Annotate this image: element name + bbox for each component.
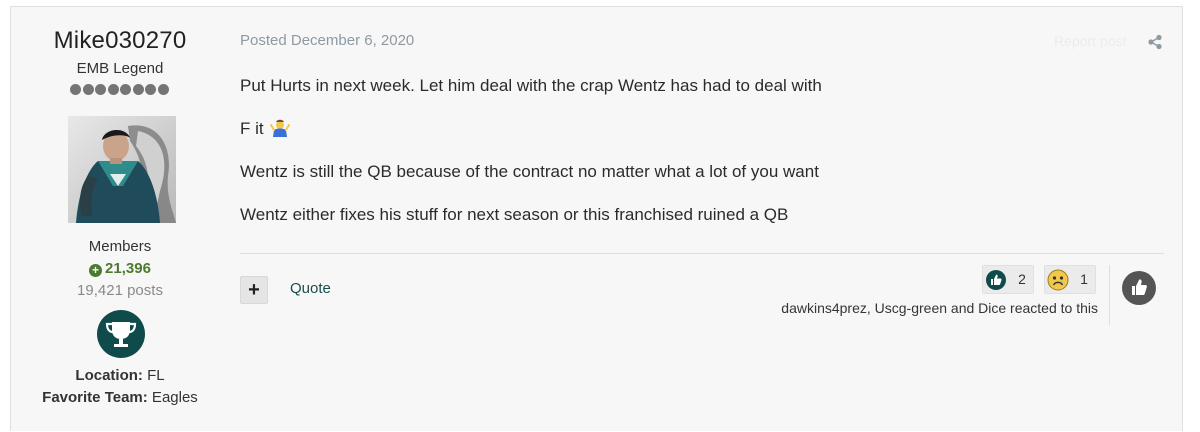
location-label: Location: xyxy=(75,367,143,384)
post-date[interactable]: Posted December 6, 2020 xyxy=(240,32,414,49)
person-shrugging-emoji xyxy=(270,119,291,137)
post-content: Put Hurts in next week. Let him deal wit… xyxy=(240,76,1140,248)
react-button[interactable] xyxy=(1122,271,1156,305)
trophy-icon[interactable] xyxy=(97,310,145,358)
author-favorite-team: Favorite Team: Eagles xyxy=(11,389,229,406)
post-paragraph: Put Hurts in next week. Let him deal wit… xyxy=(240,76,822,95)
post-paragraph-text: F it xyxy=(240,119,264,138)
rank-pip xyxy=(120,84,131,95)
quote-link[interactable]: Quote xyxy=(290,280,331,297)
rank-pip xyxy=(70,84,81,95)
rank-pip xyxy=(82,84,94,95)
reaction-count: 2 xyxy=(1018,271,1026,287)
thumbs-up-icon xyxy=(985,269,1007,291)
report-post-link[interactable]: Report post xyxy=(1054,33,1126,49)
rank-pip xyxy=(132,84,144,95)
multiquote-button[interactable]: + xyxy=(240,276,268,304)
author-panel: Mike030270 EMB Legend Members + 21,396 1… xyxy=(11,7,229,432)
reacted-users[interactable]: dawkins4prez, Uscg-green and Dice reacte… xyxy=(778,300,1098,316)
author-title: EMB Legend xyxy=(76,60,164,77)
favorite-team-value: Eagles xyxy=(147,389,198,406)
reaction-count: 1 xyxy=(1080,271,1088,287)
post-paragraph: Wentz either fixes his stuff for next se… xyxy=(240,205,789,224)
reaction-separator xyxy=(1109,265,1110,325)
sad-face-icon xyxy=(1047,269,1069,291)
rank-pips xyxy=(70,84,170,96)
rank-pip xyxy=(145,84,156,95)
post-paragraph: Wentz is still the QB because of the con… xyxy=(240,162,819,181)
rank-pip xyxy=(157,84,169,95)
plus-circle-icon: + xyxy=(89,264,103,277)
reaction-thumbs-up[interactable]: 2 xyxy=(982,265,1034,294)
post-paragraph: F it xyxy=(240,119,1140,139)
author-username[interactable]: Mike030270 xyxy=(11,27,229,55)
location-value: FL xyxy=(142,367,165,384)
rank-pip xyxy=(107,84,119,95)
author-reputation[interactable]: +21,396 xyxy=(11,260,229,277)
content-divider xyxy=(240,253,1164,254)
author-group: Members xyxy=(88,238,152,255)
reaction-sad[interactable]: 1 xyxy=(1044,265,1096,294)
favorite-team-label: Favorite Team: xyxy=(42,389,148,406)
forum-post: Mike030270 EMB Legend Members + 21,396 1… xyxy=(10,6,1183,431)
reputation-value: 21,396 xyxy=(105,260,151,277)
author-location: Location: FL xyxy=(11,367,229,384)
share-icon[interactable] xyxy=(1147,34,1163,50)
author-avatar[interactable] xyxy=(68,116,176,223)
author-post-count: 19,421 posts xyxy=(77,282,163,299)
rank-pip xyxy=(95,84,106,95)
